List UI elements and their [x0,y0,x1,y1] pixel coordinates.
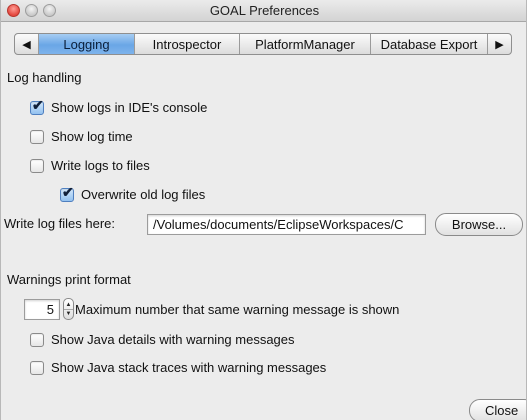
overwrite-log-files-label[interactable]: Overwrite old log files [81,187,205,202]
browse-button[interactable]: Browse... [435,213,523,236]
tab-platform-manager[interactable]: PlatformManager [240,34,371,54]
tab-database-export[interactable]: Database Export [371,34,487,54]
java-stack-checkbox[interactable] [30,361,44,375]
tab-bar: ◀ Logging Introspector PlatformManager D… [14,33,512,55]
show-logs-console-checkbox[interactable]: ✔ [30,97,44,115]
preferences-window: GOAL Preferences ◀ Logging Introspector … [0,0,527,420]
stepper-down-icon[interactable]: ▼ [64,311,73,317]
tab-scroll-left-icon[interactable]: ◀ [15,34,39,54]
window-title: GOAL Preferences [209,3,320,18]
show-logs-console-label[interactable]: Show logs in IDE's console [51,100,207,115]
tab-scroll-right-icon[interactable]: ▶ [487,34,511,54]
tab-introspector[interactable]: Introspector [135,34,240,54]
warnings-heading: Warnings print format [7,272,131,287]
overwrite-log-files-checkbox[interactable]: ✔ [60,184,74,202]
write-logs-files-label[interactable]: Write logs to files [51,158,150,173]
log-path-field[interactable]: /Volumes/documents/EclipseWorkspaces/C [147,214,426,235]
java-details-label[interactable]: Show Java details with warning messages [51,332,295,347]
stepper-up-icon[interactable]: ▲ [64,302,73,308]
checkmark-icon: ✔ [62,184,74,200]
max-warning-label: Maximum number that same warning message… [75,302,400,317]
tab-logging[interactable]: Logging [39,34,135,54]
show-log-time-checkbox[interactable] [30,130,44,144]
java-details-checkbox[interactable] [30,333,44,347]
close-button[interactable]: Close [469,399,526,420]
java-stack-label[interactable]: Show Java stack traces with warning mess… [51,360,326,375]
log-path-label: Write log files here: [4,216,116,231]
show-log-time-label[interactable]: Show log time [51,129,133,144]
title-bar[interactable]: GOAL Preferences [1,0,526,22]
stepper-divider [64,309,73,310]
max-warning-stepper[interactable]: ▲ ▼ [63,298,74,320]
log-handling-heading: Log handling [7,70,82,85]
checkmark-icon: ✔ [32,97,44,113]
write-logs-files-checkbox[interactable] [30,159,44,173]
max-warning-count-field[interactable]: 5 [24,299,60,320]
